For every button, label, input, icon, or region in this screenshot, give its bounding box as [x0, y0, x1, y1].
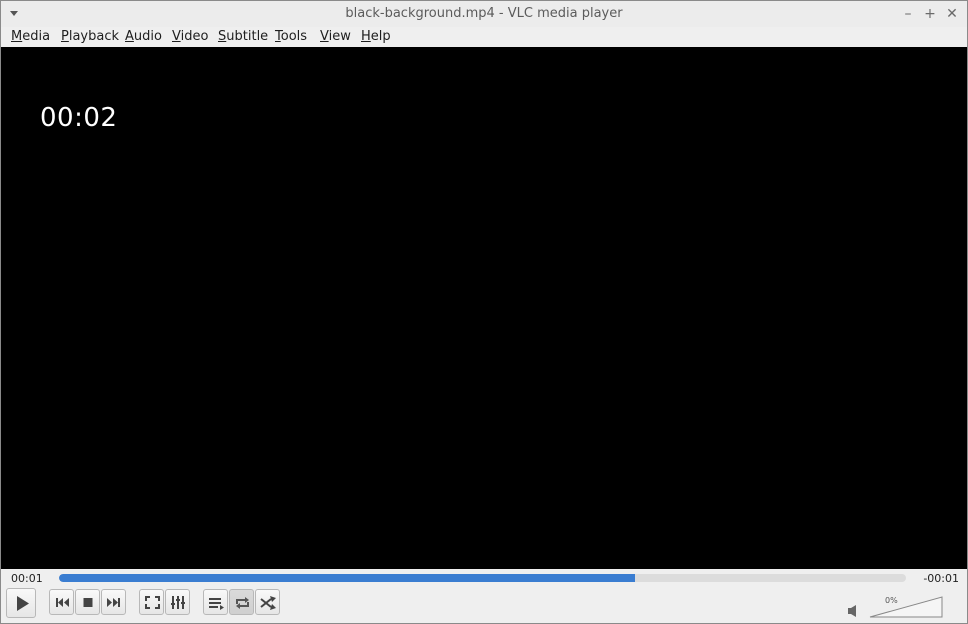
menu-view[interactable]: View: [320, 28, 351, 45]
fullscreen-button[interactable]: [139, 589, 164, 615]
menu-playback[interactable]: Playback: [61, 28, 119, 45]
close-icon[interactable]: ✕: [943, 5, 961, 23]
menu-subtitle[interactable]: Subtitle: [218, 28, 268, 45]
playlist-icon: [209, 598, 224, 610]
play-button[interactable]: [6, 588, 36, 618]
control-bar: 0%: [1, 587, 967, 623]
title-bar: black-background.mp4 - VLC media player …: [1, 1, 967, 28]
menu-media[interactable]: Media: [11, 28, 50, 45]
menu-tools[interactable]: Tools: [275, 28, 307, 45]
vlc-window: black-background.mp4 - VLC media player …: [0, 0, 968, 624]
menu-audio[interactable]: Audio: [125, 28, 162, 45]
next-icon: [107, 598, 120, 607]
video-osd-timestamp: 00:02: [40, 103, 118, 133]
menu-help[interactable]: Help: [361, 28, 391, 45]
previous-icon: [56, 598, 69, 607]
loop-button[interactable]: [229, 589, 254, 615]
seek-progress-fill: [59, 574, 635, 582]
playlist-button[interactable]: [203, 589, 228, 615]
extended-settings-icon: [171, 596, 185, 609]
volume-slider[interactable]: [869, 595, 943, 619]
volume-mute-icon[interactable]: [846, 604, 860, 618]
window-title: black-background.mp4 - VLC media player: [345, 6, 623, 21]
seek-row: 00:01 -00:01: [1, 569, 967, 587]
shuffle-icon: [260, 596, 276, 610]
extended-settings-button[interactable]: [165, 589, 190, 615]
minimize-icon[interactable]: –: [899, 5, 917, 23]
play-icon: [17, 596, 29, 611]
previous-button[interactable]: [49, 589, 74, 615]
menu-video[interactable]: Video: [172, 28, 208, 45]
stop-icon: [83, 598, 93, 607]
maximize-icon[interactable]: +: [921, 5, 939, 23]
video-output[interactable]: 00:02: [1, 47, 967, 569]
shuffle-button[interactable]: [255, 589, 280, 615]
volume-percent-label: 0%: [885, 596, 898, 605]
stop-button[interactable]: [75, 589, 100, 615]
next-button[interactable]: [101, 589, 126, 615]
seek-slider[interactable]: [59, 574, 906, 582]
elapsed-time[interactable]: 00:01: [11, 572, 43, 585]
menu-bar: Media Playback Audio Video Subtitle Tool…: [1, 27, 967, 47]
fullscreen-icon: [145, 596, 160, 609]
remaining-time[interactable]: -00:01: [923, 572, 959, 585]
loop-icon: [236, 597, 249, 609]
